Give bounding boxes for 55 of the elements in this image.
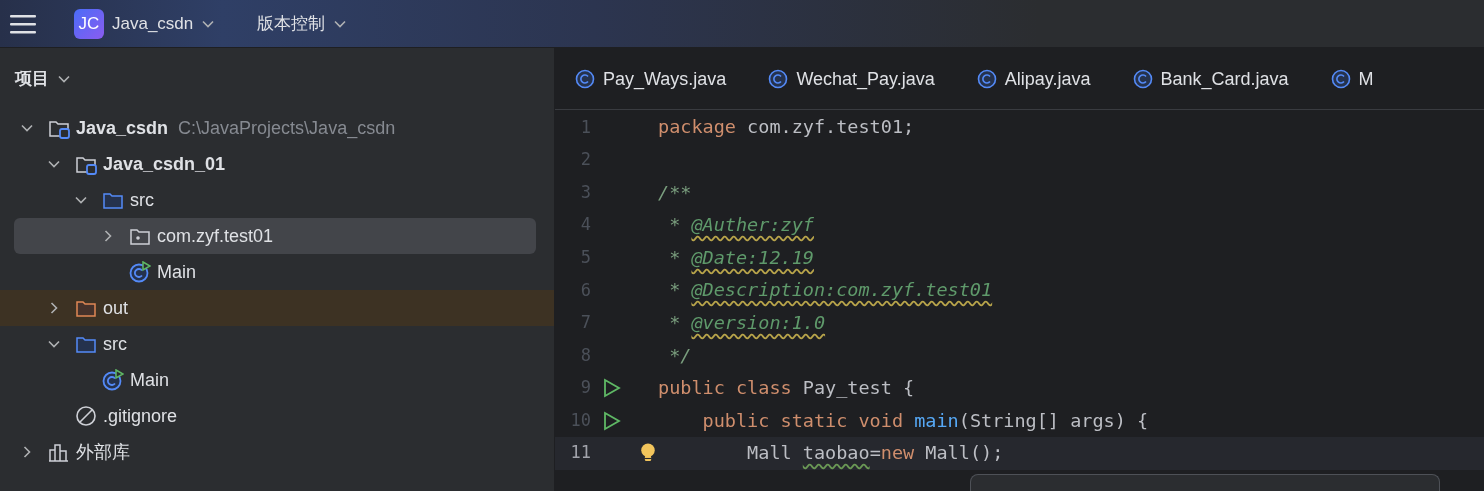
class-icon xyxy=(976,69,997,89)
tree-label: out xyxy=(103,296,129,320)
file-tab[interactable]: Bank_Card.java xyxy=(1112,48,1311,109)
tree-item[interactable]: src xyxy=(0,182,554,218)
code-line: * @version:1.0 xyxy=(668,311,826,335)
code-line: * @Description:com.zyf.test01 xyxy=(668,278,993,303)
class-icon xyxy=(1132,69,1153,89)
class-icon xyxy=(1330,69,1351,89)
tree-item[interactable]: Java_csdn_01 xyxy=(0,146,554,182)
file-tab[interactable]: Pay_Ways.java xyxy=(555,48,749,109)
code-line: * @Date:12.19 xyxy=(668,245,814,270)
file-tab[interactable]: Wechat_Pay.java xyxy=(748,48,957,109)
file-tab[interactable]: M xyxy=(1310,48,1396,109)
tree-item[interactable]: Main xyxy=(0,254,554,290)
tree-item[interactable]: 外部库 xyxy=(0,434,554,470)
code-line: */ xyxy=(668,343,692,368)
vcs-menu-label: 版本控制 xyxy=(257,12,326,35)
code-line: public class Pay_test { xyxy=(658,376,915,401)
menu-icon[interactable] xyxy=(10,12,36,35)
project-badge: JC xyxy=(74,8,104,39)
class-icon xyxy=(768,69,789,89)
tree-label: src xyxy=(103,332,127,356)
tree-label: 外部库 xyxy=(76,440,130,464)
tree-item[interactable]: Main xyxy=(0,362,554,398)
ignore-file-icon xyxy=(75,405,97,427)
project-menu[interactable]: JC Java_csdn xyxy=(74,8,216,39)
file-tab[interactable]: Alipay.java xyxy=(956,48,1113,109)
tree-label: Main xyxy=(157,260,196,284)
tree-item[interactable]: .gitignore xyxy=(0,398,554,434)
code-line: public static void main(String[] args) { xyxy=(701,408,1149,433)
tree-item[interactable]: com.zyf.test01 xyxy=(14,218,536,254)
tree-label: Main xyxy=(130,368,169,392)
tree-item[interactable]: Java_csdn C:\JavaProjects\Java_csdn xyxy=(0,110,554,146)
class-icon xyxy=(129,261,151,283)
class-icon xyxy=(575,69,595,89)
code-line: Mall taobao=new Mall(); xyxy=(746,441,1004,466)
line-number: 11 xyxy=(569,441,591,465)
tree-item[interactable]: out xyxy=(0,290,554,326)
tree-label: Java_csdn_01 xyxy=(103,152,226,176)
vcs-menu[interactable]: 版本控制 xyxy=(257,10,348,37)
run-icon[interactable] xyxy=(601,410,621,431)
tree-label: com.zyf.test01 xyxy=(157,224,274,248)
class-icon xyxy=(102,369,124,391)
tree-label: Java_csdn xyxy=(76,116,169,140)
tree-item[interactable]: src xyxy=(0,326,554,362)
path-hint: C:\JavaProjects\Java_csdn xyxy=(178,116,396,141)
code-line: /** xyxy=(658,180,692,205)
tree-label: src xyxy=(130,188,154,212)
library-icon xyxy=(48,441,70,463)
panel-title[interactable]: 项目 xyxy=(15,66,49,92)
project-name: Java_csdn xyxy=(112,12,194,35)
run-icon[interactable] xyxy=(601,378,621,399)
tree-label: .gitignore xyxy=(103,404,178,428)
code-line: * @Auther:zyf xyxy=(668,213,814,238)
code-line: package com.zyf.test01; xyxy=(658,115,915,140)
